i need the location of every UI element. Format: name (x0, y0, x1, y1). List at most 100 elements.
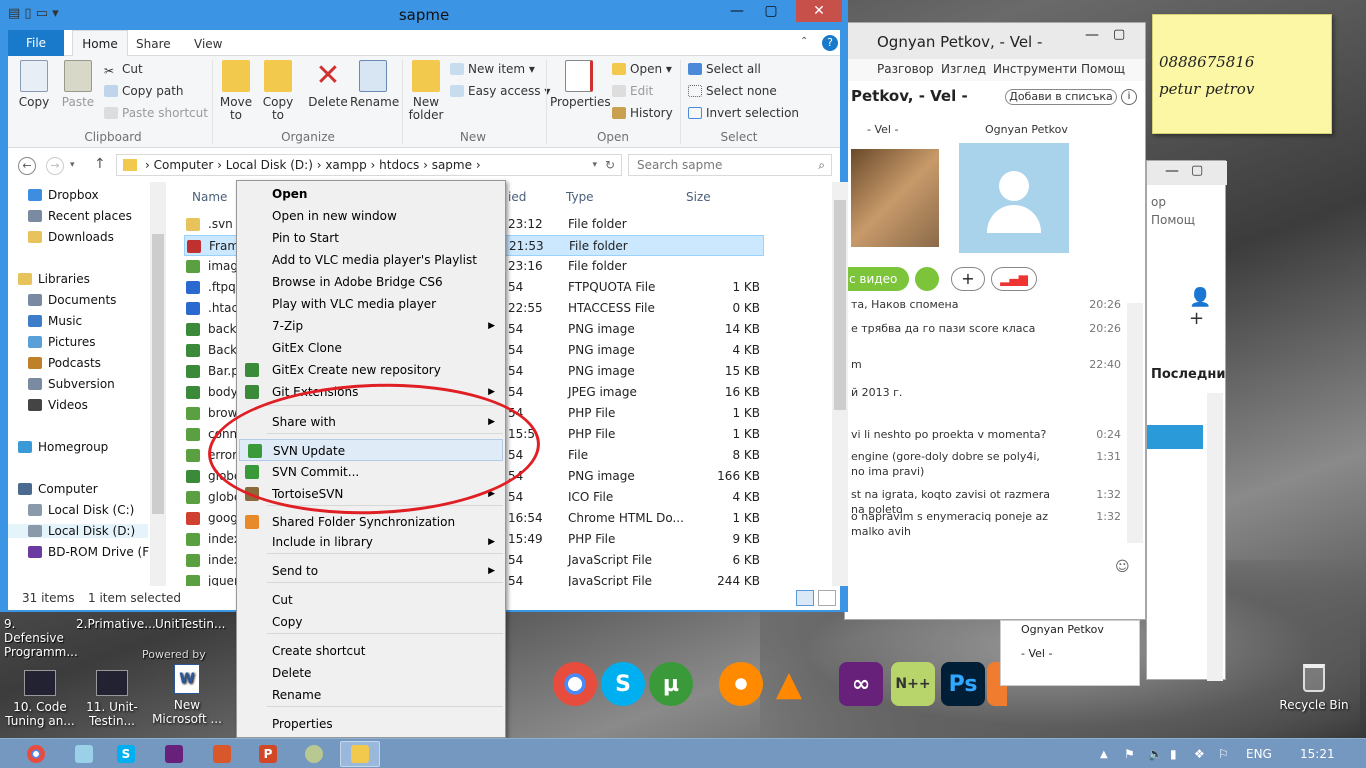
contact-item[interactable]: Ognyan Petkov (1021, 623, 1104, 636)
collapse-ribbon-icon[interactable]: ⌃ (800, 36, 808, 47)
clock[interactable]: 15:21 (1300, 747, 1335, 761)
nav-item[interactable]: Libraries (18, 272, 90, 286)
tray-expand-icon[interactable]: ▲ (1100, 749, 1108, 760)
skype-menu-item[interactable]: ор (1151, 195, 1166, 209)
minimize-button[interactable]: — (720, 0, 754, 22)
copy-to-button[interactable]: Copy to (258, 60, 298, 122)
emoticon-icon[interactable]: ☺ (1115, 559, 1130, 575)
minimize-button[interactable]: — (1165, 163, 1179, 179)
maximize-button[interactable]: ▢ (1191, 163, 1203, 178)
menu-tools[interactable]: Инструменти (993, 62, 1077, 76)
network-icon[interactable]: ⚑ (1124, 747, 1135, 761)
forward-button[interactable]: → (46, 157, 64, 175)
breadcrumb-item[interactable]: htdocs (379, 158, 419, 172)
tab-view[interactable]: View (194, 37, 222, 51)
new-folder-button[interactable]: New folder (406, 60, 446, 122)
cut-button[interactable]: ✂ Cut (104, 62, 143, 78)
address-breadcrumb[interactable]: › Computer › Local Disk (D:) › xampp › h… (116, 154, 622, 176)
menu-help[interactable]: Помощ (1081, 62, 1125, 76)
large-icons-view-icon[interactable] (818, 590, 836, 606)
context-menu-item[interactable]: Pin to Start (237, 227, 505, 249)
taskbar-file-explorer[interactable] (340, 741, 380, 767)
skype-menu-item[interactable]: Помощ (1151, 213, 1195, 227)
context-menu-item[interactable]: Send to ▶ (237, 560, 505, 582)
taskbar-chrome[interactable] (16, 741, 56, 767)
column-date[interactable]: ied (508, 190, 526, 204)
nav-item[interactable]: Documents (28, 293, 116, 307)
invert-selection-button[interactable]: Invert selection (688, 106, 799, 120)
rename-button[interactable]: Rename (350, 60, 399, 109)
context-menu-item[interactable]: Browse in Adobe Bridge CS6 (237, 271, 505, 293)
context-menu-item[interactable]: Open in new window (237, 205, 505, 227)
info-icon[interactable]: i (1121, 89, 1137, 105)
nav-item[interactable]: Homegroup (18, 440, 108, 454)
tab-file[interactable]: File (8, 30, 64, 56)
vlc-icon[interactable]: ▲ (769, 662, 809, 706)
scrollbar[interactable] (1127, 303, 1143, 543)
new-item-button[interactable]: New item ▾ (450, 62, 535, 76)
nav-item[interactable]: Videos (28, 398, 88, 412)
nav-item[interactable]: Podcasts (28, 356, 101, 370)
select-all-button[interactable]: Select all (688, 62, 761, 76)
scrollbar[interactable] (150, 182, 166, 586)
taskbar-explorer-libraries[interactable] (64, 741, 104, 767)
context-menu-item[interactable]: Create shortcut (237, 640, 505, 662)
call-icon[interactable] (915, 267, 939, 291)
refresh-icon[interactable]: ↻ (605, 155, 615, 175)
minimize-button[interactable]: — (1085, 27, 1099, 43)
taskbar-app-orange[interactable] (202, 741, 242, 767)
properties-button[interactable]: Properties (550, 60, 611, 109)
nav-item[interactable]: Computer (18, 482, 98, 496)
paste-shortcut-button[interactable]: Paste shortcut (104, 106, 208, 120)
photoshop-icon[interactable]: Ps (941, 662, 985, 706)
tab-home[interactable]: Home (72, 30, 128, 57)
search-input[interactable]: Search sapme ⌕ (628, 154, 832, 176)
contact-item[interactable]: - Vel - (1021, 647, 1052, 660)
move-to-button[interactable]: Move to (216, 60, 256, 122)
desktop-icon-defensive-programming[interactable]: 9. Defensive Programm... (4, 617, 78, 659)
skype-icon[interactable]: S (601, 662, 645, 706)
context-menu-item[interactable]: Copy (237, 611, 505, 633)
context-menu-item[interactable]: 7-Zip ▶ (237, 315, 505, 337)
nav-item[interactable]: Pictures (28, 335, 96, 349)
video-call-button[interactable]: с видео (845, 267, 909, 291)
back-button[interactable]: ← (18, 157, 36, 175)
context-menu-item[interactable]: GitEx Create new repository (237, 359, 505, 381)
desktop-icon-code-tuning[interactable]: 10. Code Tuning an... (0, 670, 80, 728)
maximize-button[interactable]: ▢ (754, 0, 788, 22)
paste-button[interactable]: Paste (58, 60, 98, 109)
details-view-icon[interactable] (796, 590, 814, 606)
select-none-button[interactable]: Select none (688, 84, 777, 98)
nav-item[interactable]: Subversion (28, 377, 115, 391)
context-menu-item[interactable]: GitEx Clone (237, 337, 505, 359)
nav-item[interactable]: Downloads (28, 230, 114, 244)
breadcrumb-item[interactable]: Computer (154, 158, 214, 172)
nav-item[interactable]: Music (28, 314, 82, 328)
chrome-icon[interactable] (553, 662, 597, 706)
history-button[interactable]: History (612, 106, 673, 120)
selected-conversation[interactable] (1147, 425, 1203, 449)
visual-studio-icon[interactable]: ∞ (839, 662, 883, 706)
taskbar-skype[interactable]: S (106, 741, 146, 767)
desktop-icon-new-word-doc[interactable]: W New Microsoft ... (147, 664, 227, 726)
sticky-note[interactable]: 0888675816 petur petrov (1152, 14, 1332, 134)
easy-access-button[interactable]: Easy access ▾ (450, 84, 550, 98)
close-button[interactable]: ✕ (796, 0, 842, 22)
taskbar-visual-studio[interactable] (154, 741, 194, 767)
desktop-icon-unit-testing-video[interactable]: 11. Unit-Testin... (72, 670, 152, 728)
context-menu-item[interactable]: Add to VLC media player's Playlist (237, 249, 505, 271)
context-menu-item[interactable]: Open (237, 183, 505, 205)
column-size[interactable]: Size (686, 190, 711, 204)
taskbar-powerpoint[interactable]: P (248, 741, 288, 767)
signal-icon[interactable]: ▮ (1170, 747, 1177, 761)
maximize-button[interactable]: ▢ (1113, 27, 1125, 42)
nav-item[interactable]: Local Disk (C:) (28, 503, 134, 517)
signal-strength-icon[interactable]: ▂▄▆ (991, 267, 1037, 291)
context-menu-item[interactable]: Rename (237, 684, 505, 706)
media-player-icon[interactable] (719, 662, 763, 706)
recent-tab[interactable]: Последни (1151, 367, 1225, 382)
add-participant-icon[interactable]: + (951, 267, 985, 291)
dropbox-tray-icon[interactable]: ❖ (1194, 747, 1205, 761)
nav-item[interactable]: Dropbox (28, 188, 99, 202)
add-contact-icon[interactable]: 👤+ (1189, 287, 1225, 329)
